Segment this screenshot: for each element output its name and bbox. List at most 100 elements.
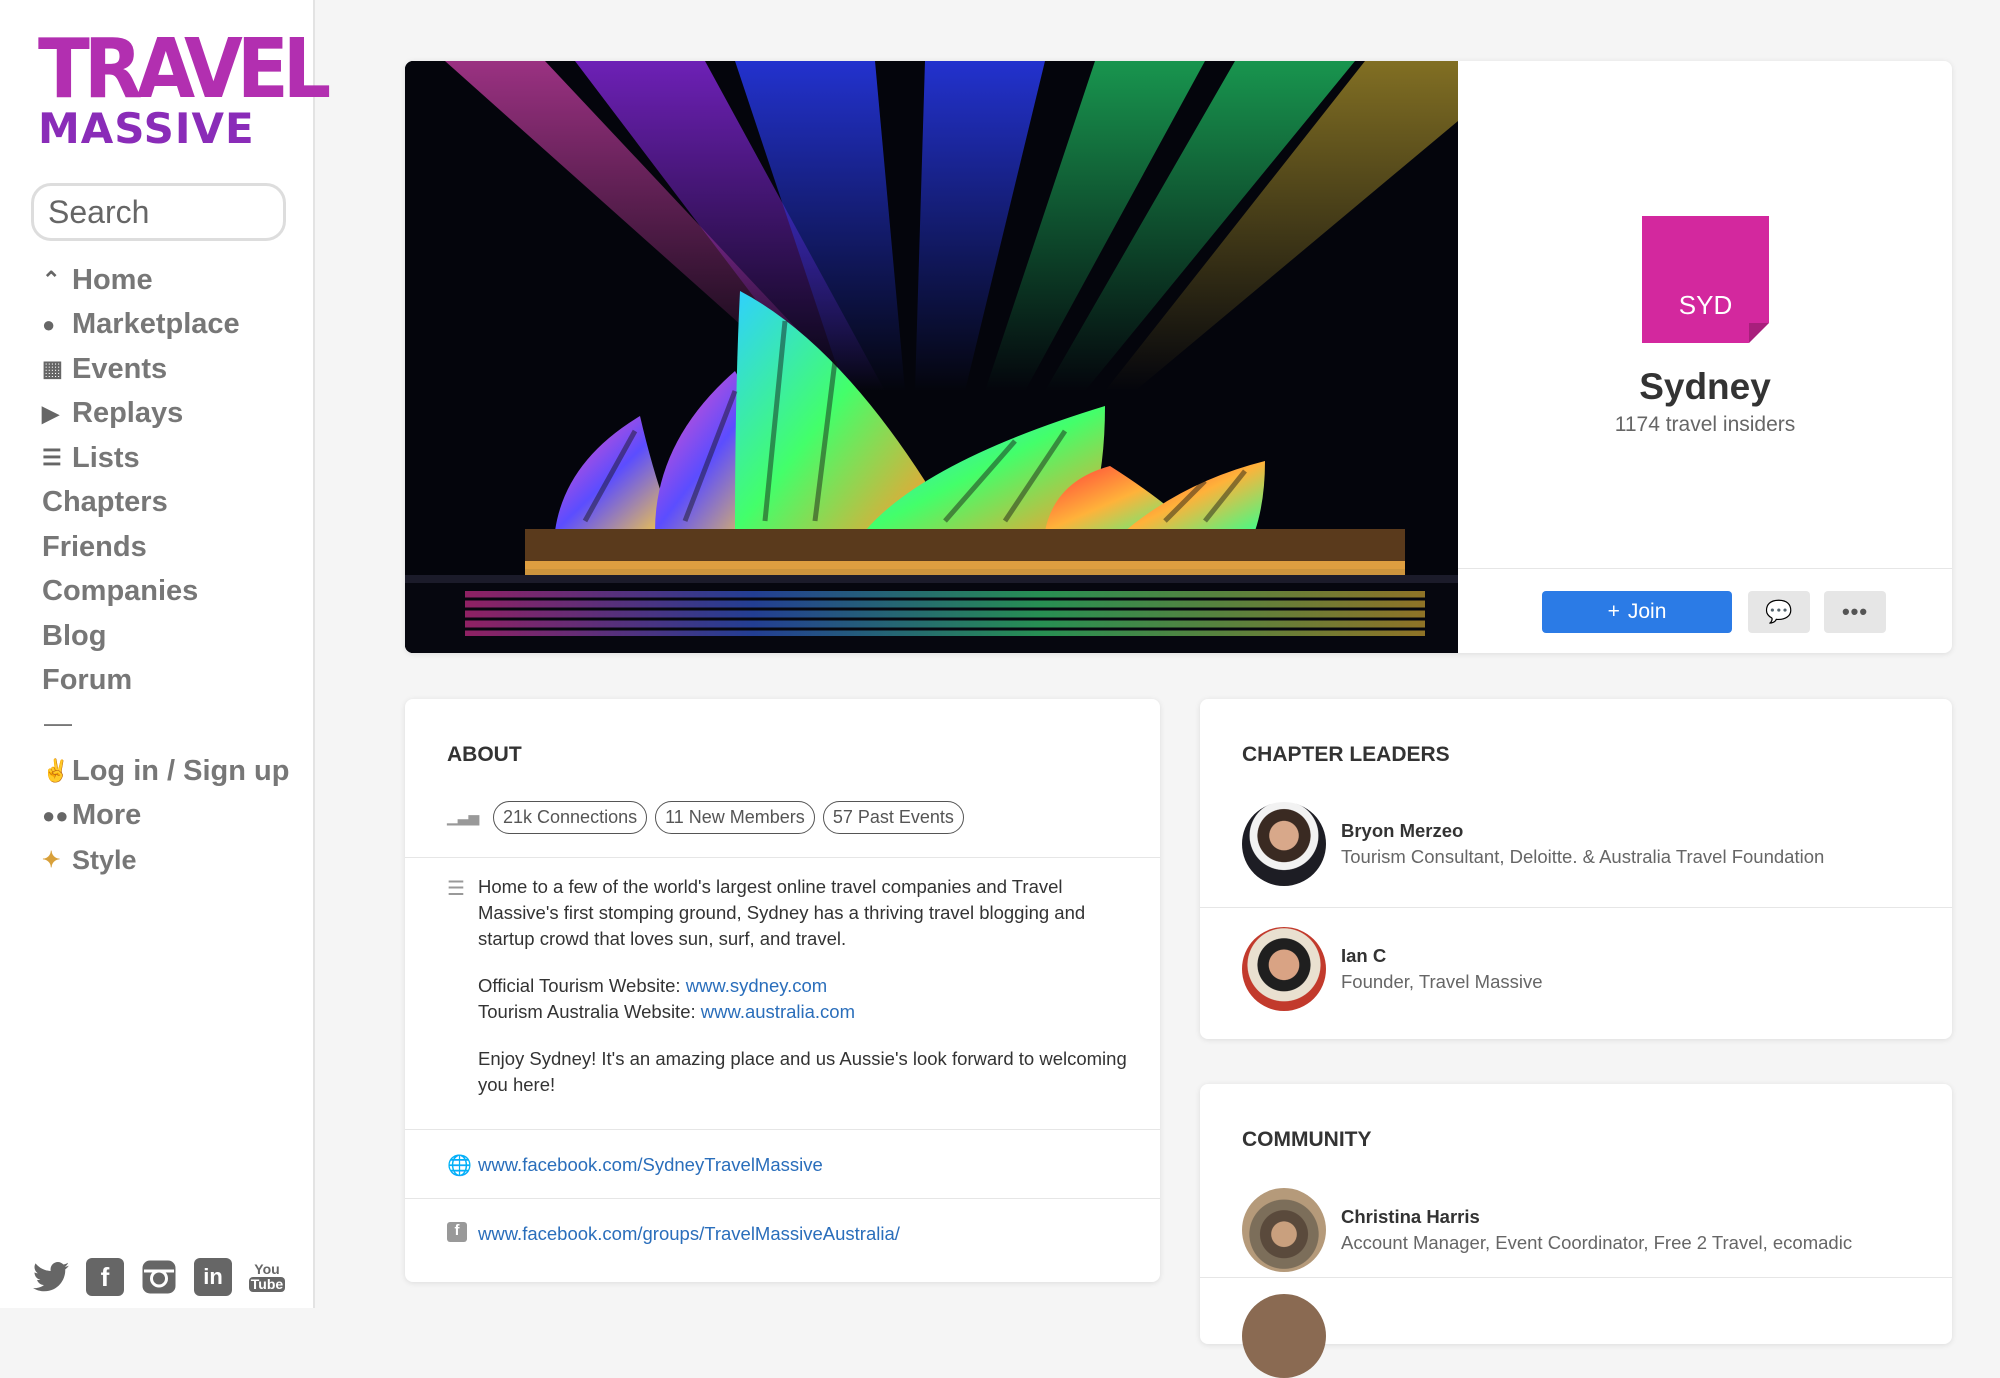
nav-item-friends[interactable]: Friends	[42, 525, 289, 570]
nav-item-marketplace[interactable]: ● Marketplace	[42, 303, 289, 348]
avatar	[1242, 1294, 1326, 1378]
search-input[interactable]	[31, 183, 286, 241]
nav-label: Marketplace	[72, 308, 240, 341]
nav-item-style[interactable]: ✦ Style	[42, 838, 289, 883]
leader-info: Bryon Merzeo Tourism Consultant, Deloitt…	[1341, 820, 1824, 868]
join-button[interactable]: + Join	[1542, 591, 1732, 633]
nav-label: Chapters	[42, 486, 168, 519]
divider	[1458, 568, 1952, 569]
leader-name: Bryon Merzeo	[1341, 820, 1464, 841]
community-title: COMMUNITY	[1242, 1128, 1372, 1151]
party-popper-icon: ✦	[42, 847, 61, 873]
chevron-up-icon: ⌃	[42, 267, 61, 293]
about-title: ABOUT	[447, 743, 522, 766]
grid-icon: ▦	[42, 356, 63, 382]
about-paragraph: Enjoy Sydney! It's an amazing place and …	[478, 1048, 1127, 1095]
facebook-group-link[interactable]: www.facebook.com/groups/TravelMassiveAus…	[478, 1223, 900, 1245]
member-role: Account Manager, Event Coordinator, Free…	[1341, 1232, 1853, 1253]
nav-item-lists[interactable]: ☰ Lists	[42, 436, 289, 481]
connections-pill[interactable]: 21k Connections	[493, 801, 648, 834]
globe-icon: 🌐	[447, 1155, 472, 1177]
nav-label: Friends	[42, 530, 147, 563]
past-events-pill[interactable]: 57 Past Events	[822, 801, 964, 834]
nav-label: Replays	[72, 397, 184, 430]
plus-icon: +	[1607, 600, 1620, 623]
facebook-icon[interactable]: f	[86, 1258, 124, 1296]
nav-separator: —	[44, 707, 72, 738]
list-icon: ☰	[42, 445, 62, 471]
chapter-name: Sydney	[1639, 366, 1771, 407]
tourism-australia-link[interactable]: www.australia.com	[701, 1001, 855, 1022]
bar-chart-icon: ▁▃▅	[447, 809, 480, 825]
chapter-leaders-card: CHAPTER LEADERS Bryon Merzeo Tourism Con…	[1200, 699, 1952, 1039]
avatar	[1242, 1188, 1326, 1272]
logo-line-1: TRAVEL	[38, 20, 331, 117]
chapter-hero: SYD Sydney 1174 travel insiders + Join 💬…	[405, 61, 1952, 653]
nav-item-replays[interactable]: ▶ Replays	[42, 392, 289, 437]
divider	[1200, 1277, 1952, 1278]
nav-label: Log in / Sign up	[72, 754, 290, 787]
leader-row[interactable]: Bryon Merzeo Tourism Consultant, Deloitt…	[1242, 802, 1824, 886]
member-info: Christina Harris Account Manager, Event …	[1341, 1206, 1852, 1254]
leader-name: Ian C	[1341, 945, 1387, 966]
more-options-button[interactable]: •••	[1824, 591, 1886, 633]
nav-item-login[interactable]: ✌ Log in / Sign up	[42, 749, 289, 794]
nav-item-companies[interactable]: Companies	[42, 570, 289, 615]
nav-label: Forum	[42, 664, 133, 697]
leader-row[interactable]: Ian C Founder, Travel Massive	[1242, 927, 1543, 1011]
about-paragraph: Home to a few of the world's largest onl…	[478, 876, 1086, 949]
nav-label: Style	[72, 844, 137, 875]
new-members-pill[interactable]: 11 New Members	[655, 801, 815, 834]
nav-item-blog[interactable]: Blog	[42, 614, 289, 659]
nav-item-forum[interactable]: Forum	[42, 659, 289, 704]
twitter-icon[interactable]	[32, 1258, 70, 1296]
member-name: Christina Harris	[1341, 1206, 1480, 1227]
official-tourism-link[interactable]: www.sydney.com	[686, 975, 828, 996]
divider	[1200, 907, 1952, 908]
leader-role: Founder, Travel Massive	[1341, 971, 1543, 992]
member-count: 1174 travel insiders	[1614, 413, 1796, 436]
login-icon: ✌	[42, 758, 70, 784]
leaders-title: CHAPTER LEADERS	[1242, 743, 1450, 766]
community-card: COMMUNITY Christina Harris Account Manag…	[1200, 1084, 1952, 1378]
divider	[405, 1129, 1160, 1130]
leader-role: Tourism Consultant, Deloitte. & Australi…	[1341, 846, 1825, 867]
divider	[405, 1198, 1160, 1199]
nav-label: Blog	[42, 619, 107, 652]
nav-label: Home	[72, 263, 153, 296]
sidebar: TRAVEL MASSIVE ⌃ Home ● Marketplace ▦ Ev…	[0, 0, 331, 1308]
join-label: Join	[1627, 600, 1667, 623]
nav-label: More	[72, 799, 142, 832]
divider	[405, 857, 1160, 858]
about-links: Official Tourism Website: www.sydney.com…	[478, 973, 1128, 1025]
website-link[interactable]: www.facebook.com/SydneyTravelMassive	[478, 1154, 823, 1176]
badge-fold	[1749, 323, 1769, 343]
paragraph-icon: ☰	[447, 878, 465, 900]
avatar	[1242, 927, 1326, 1011]
play-icon: ▶	[42, 400, 59, 426]
avatar	[1242, 802, 1326, 886]
social-links: f in You Tube	[32, 1258, 286, 1296]
stats-row: ▁▃▅ 21k Connections 11 New Members 57 Pa…	[447, 801, 964, 834]
instagram-icon[interactable]	[140, 1258, 178, 1296]
youtube-icon[interactable]: You Tube	[248, 1258, 286, 1296]
travel-massive-logo[interactable]: TRAVEL MASSIVE	[38, 20, 331, 150]
leader-info: Ian C Founder, Travel Massive	[1341, 945, 1543, 993]
dots-icon: ●●	[42, 802, 69, 828]
member-row[interactable]: Christina Harris Account Manager, Event …	[1242, 1188, 1852, 1272]
nav-item-more[interactable]: ●● More	[42, 794, 289, 839]
nav-item-events[interactable]: ▦ Events	[42, 347, 289, 392]
nav-label: Lists	[72, 441, 140, 474]
nav-item-chapters[interactable]: Chapters	[42, 481, 289, 526]
main-nav: ⌃ Home ● Marketplace ▦ Events ▶ Replays …	[42, 258, 289, 883]
nav-label: Events	[72, 352, 168, 385]
facebook-icon: f	[447, 1222, 467, 1242]
sydney-opera-house-image	[405, 61, 1458, 653]
about-card: ABOUT ▁▃▅ 21k Connections 11 New Members…	[405, 699, 1160, 1282]
about-description: Home to a few of the world's largest onl…	[478, 874, 1128, 1119]
linkedin-icon[interactable]: in	[194, 1258, 232, 1296]
globe-icon: ●	[42, 311, 56, 337]
nav-item-home[interactable]: ⌃ Home	[42, 258, 289, 303]
message-button[interactable]: 💬	[1748, 591, 1810, 633]
australia-label: Tourism Australia Website:	[478, 1001, 701, 1022]
